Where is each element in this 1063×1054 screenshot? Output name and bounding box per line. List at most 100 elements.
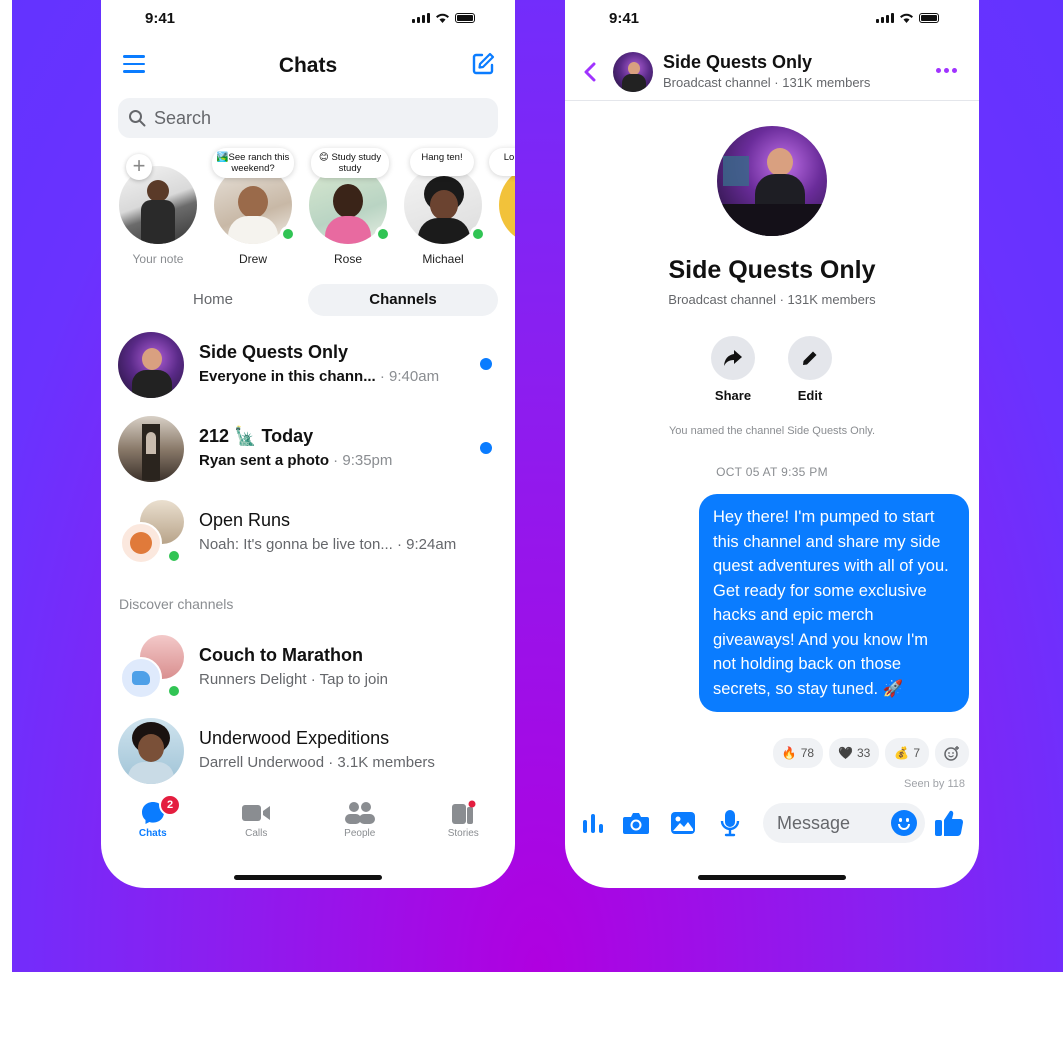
chat-time: · 9:35pm <box>329 452 393 469</box>
reaction-moneybag[interactable]: 💰 7 <box>885 738 929 768</box>
voice-button[interactable] <box>710 803 750 843</box>
notes-row: + Your note 🏞️See ranch this weekend? Dr… <box>101 148 515 273</box>
tab-label: People <box>344 828 376 839</box>
tab-calls[interactable]: Calls <box>205 798 309 850</box>
sneaker-icon <box>120 657 162 699</box>
bottom-tab-bar: 2 Chats Calls People Stories <box>101 794 516 850</box>
list-item[interactable]: Underwood Expeditions Darrell Underwood … <box>118 718 498 788</box>
note-bubble: Lo <box>489 148 515 176</box>
share-arrow-icon <box>724 350 742 366</box>
tab-chats[interactable]: 2 Chats <box>101 794 205 850</box>
chat-preview: Noah: It's gonna be live ton... <box>199 536 393 553</box>
channel-subtitle: Broadcast channel · 131K members <box>668 292 876 307</box>
search-placeholder: Search <box>154 107 212 128</box>
reaction-count: 78 <box>800 746 815 760</box>
avatar <box>118 332 184 398</box>
note-name: Rose <box>333 252 362 266</box>
channel-phone-screen: 9:41 Side Quests Only Broadcast channel … <box>565 0 979 888</box>
microphone-icon <box>720 810 740 837</box>
discover-channels-heading: Discover channels <box>119 596 234 612</box>
channel-title: Couch to Marathon <box>199 645 363 665</box>
chats-phone-screen: 9:41 Chats Search + Your note 🏞️See ranc… <box>101 0 515 888</box>
note-bubble: Hang ten! <box>410 148 474 176</box>
reactions-row: 🔥 78 🖤 33 💰 7 <box>772 738 969 768</box>
basketball-icon <box>120 522 162 564</box>
tab-home[interactable]: Home <box>118 284 308 316</box>
home-indicator[interactable] <box>698 875 846 880</box>
more-options-icon[interactable] <box>936 68 957 73</box>
reaction-heart[interactable]: 🖤 33 <box>829 738 880 768</box>
stories-icon <box>452 800 476 824</box>
channel-avatar[interactable] <box>613 52 653 92</box>
status-icons <box>412 12 475 23</box>
search-input[interactable]: Search <box>118 98 498 138</box>
message-bubble[interactable]: Hey there! I'm pumped to start this chan… <box>699 494 969 712</box>
note-bubble: 😊 Study study study <box>311 148 389 178</box>
online-indicator <box>166 548 182 564</box>
unread-indicator <box>480 358 492 370</box>
header-subtitle: Broadcast channel · 131K members <box>663 75 871 90</box>
photo-icon <box>671 812 695 834</box>
note-name: Drew <box>238 252 267 266</box>
unread-indicator <box>480 442 492 454</box>
chat-title: Side Quests Only <box>199 342 349 362</box>
add-reaction-button[interactable] <box>935 738 969 768</box>
bar-chart-icon <box>583 814 603 833</box>
compose-icon[interactable] <box>471 52 495 76</box>
tab-label: Calls <box>245 828 268 839</box>
reaction-count: 33 <box>857 746 871 760</box>
header-title[interactable]: Side Quests Only <box>663 52 812 73</box>
back-chevron-icon[interactable] <box>583 62 597 82</box>
avatar <box>118 718 184 784</box>
add-reaction-icon <box>944 746 959 761</box>
camera-button[interactable] <box>616 803 656 843</box>
status-time: 9:41 <box>609 10 640 27</box>
wifi-icon <box>900 13 913 23</box>
list-item[interactable]: Open Runs Noah: It's gonna be live ton..… <box>118 500 498 570</box>
like-button[interactable] <box>933 803 965 843</box>
page-title: Chats <box>278 54 338 77</box>
note-name: Your note <box>132 252 184 266</box>
channel-title: Side Quests Only <box>668 256 876 284</box>
message-input[interactable]: Message <box>763 803 925 843</box>
divider <box>565 100 979 101</box>
chat-time: · 9:24am <box>392 536 457 553</box>
edit-button[interactable]: Edit <box>780 336 840 403</box>
tab-people[interactable]: People <box>308 798 412 850</box>
status-bar: 9:41 <box>565 10 979 30</box>
pencil-icon <box>803 351 817 365</box>
battery-icon <box>919 13 939 23</box>
list-item[interactable]: Couch to Marathon Runners Delight · Tap … <box>118 635 498 705</box>
emoji-icon[interactable] <box>891 810 917 836</box>
home-indicator[interactable] <box>234 875 382 880</box>
reaction-fire[interactable]: 🔥 78 <box>772 738 824 768</box>
reaction-count: 7 <box>913 746 920 760</box>
poll-button[interactable] <box>579 803 609 843</box>
list-item[interactable]: Side Quests Only Everyone in this chann.… <box>118 332 498 402</box>
message-placeholder: Message <box>777 812 851 833</box>
gallery-button[interactable] <box>663 803 703 843</box>
reaction-emoji: 🔥 <box>781 746 797 760</box>
reaction-emoji: 🖤 <box>838 746 853 760</box>
online-indicator <box>280 226 296 242</box>
tab-channels[interactable]: Channels <box>308 284 498 316</box>
battery-icon <box>455 13 475 23</box>
system-message: You named the channel Side Quests Only. <box>668 425 876 437</box>
status-icons <box>876 12 939 23</box>
chat-time: · 9:40am <box>375 368 440 385</box>
status-time: 9:41 <box>145 10 176 27</box>
avatar <box>499 166 515 244</box>
message-composer: Message <box>579 802 965 844</box>
people-icon <box>344 802 375 824</box>
tab-stories[interactable]: Stories <box>412 798 516 850</box>
chat-preview: Everyone in this chann... <box>199 368 376 385</box>
online-indicator <box>470 226 486 242</box>
add-note-icon[interactable]: + <box>126 154 152 180</box>
chat-title: 212 🗽 Today <box>199 426 314 446</box>
wifi-icon <box>436 13 449 23</box>
status-bar: 9:41 <box>101 10 515 30</box>
online-indicator <box>375 226 391 242</box>
share-button[interactable]: Share <box>703 336 763 403</box>
list-item[interactable]: 212 🗽 Today Ryan sent a photo · 9:35pm <box>118 416 498 486</box>
tab-label: Stories <box>447 828 479 839</box>
